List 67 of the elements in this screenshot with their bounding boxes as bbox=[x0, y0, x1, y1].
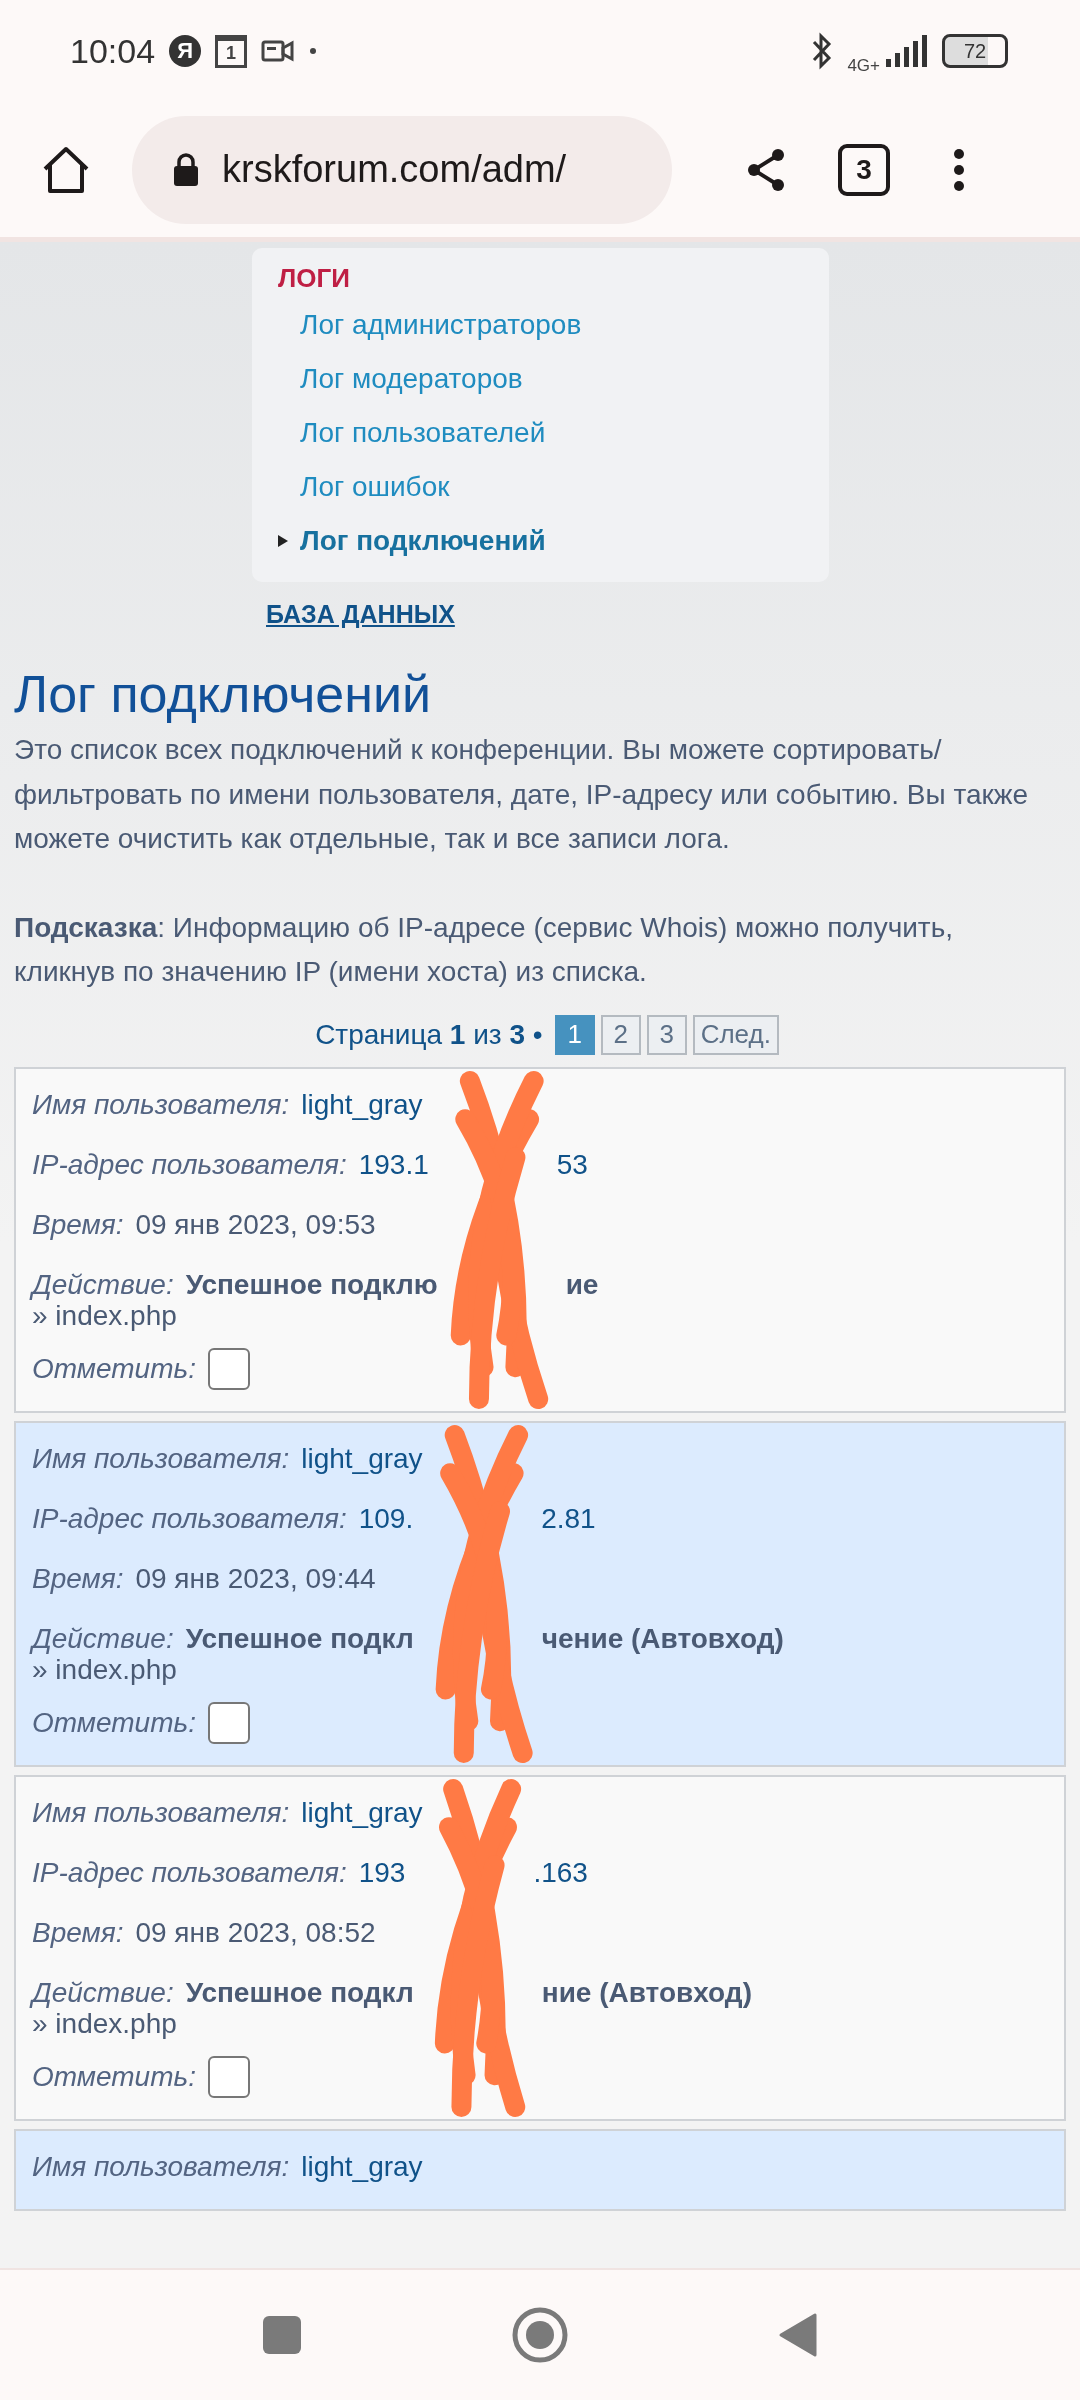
field-value: 09 янв 2023, 09:53 bbox=[135, 1207, 376, 1242]
checkbox[interactable] bbox=[207, 1347, 250, 1390]
network-type: 4G+ bbox=[847, 56, 880, 76]
menu-heading: ЛОГИ bbox=[277, 262, 351, 295]
dot-icon bbox=[309, 47, 318, 55]
next-page-button[interactable]: След. bbox=[692, 1014, 779, 1055]
menu-link[interactable]: Лог пользователей bbox=[300, 417, 546, 449]
field-value: 09 янв 2023, 08:52 bbox=[135, 1915, 376, 1950]
page-button[interactable]: 2 bbox=[600, 1014, 641, 1055]
field-label: IP-адрес пользователя: bbox=[32, 1501, 347, 1536]
field-label: Время: bbox=[32, 1561, 124, 1596]
app-notification-icon: Я bbox=[169, 35, 202, 67]
value-link[interactable]: 193.1 bbox=[358, 1134, 429, 1195]
value-link[interactable]: 53 bbox=[556, 1134, 588, 1195]
battery-icon: 72 bbox=[942, 34, 1008, 68]
field-label: Отметить: bbox=[32, 1351, 196, 1386]
video-camera-icon bbox=[261, 38, 296, 64]
menu-link[interactable]: Лог модераторов bbox=[300, 363, 523, 395]
page-button[interactable]: 3 bbox=[646, 1014, 687, 1055]
checkbox[interactable] bbox=[207, 1701, 250, 1744]
value-link[interactable]: 193 bbox=[358, 1842, 406, 1903]
field-label: Имя пользователя: bbox=[32, 2149, 290, 2184]
tab-count-button[interactable]: 3 bbox=[838, 143, 890, 196]
page-button[interactable]: 1 bbox=[554, 1014, 595, 1055]
menu-link[interactable]: Лог подключений bbox=[300, 525, 546, 557]
field-value: Успешное подклю bbox=[185, 1267, 438, 1302]
field-label: Время: bbox=[32, 1207, 124, 1242]
address-bar[interactable]: krskforum.com/adm/ bbox=[132, 115, 672, 224]
bluetooth-icon bbox=[811, 31, 834, 71]
signal-icon bbox=[884, 33, 928, 69]
menu-link[interactable]: Лог ошибок bbox=[300, 471, 450, 503]
field-label: Имя пользователя: bbox=[32, 1441, 290, 1476]
home-button[interactable] bbox=[512, 2307, 568, 2363]
page-indicator: Страница 1 из 3 • bbox=[315, 1018, 543, 1051]
menu-link[interactable]: Лог администраторов bbox=[300, 309, 582, 341]
value-link[interactable]: 2.81 bbox=[541, 1488, 596, 1549]
back-button[interactable] bbox=[778, 2312, 818, 2358]
field-value: Успешное подкл bbox=[185, 1621, 414, 1656]
field-label: Имя пользователя: bbox=[32, 1795, 290, 1830]
field-value: чение (Автовход) bbox=[541, 1621, 784, 1656]
value-link[interactable]: light_gray bbox=[301, 1074, 423, 1135]
page-title: Лог подключений bbox=[14, 664, 433, 725]
checkbox[interactable] bbox=[207, 2055, 250, 2098]
value-link[interactable]: light_gray bbox=[301, 2136, 423, 2197]
lock-icon bbox=[172, 151, 200, 188]
value-link[interactable]: light_gray bbox=[301, 1782, 423, 1843]
value-link[interactable]: light_gray bbox=[301, 1428, 423, 1489]
field-value: 09 янв 2023, 09:44 bbox=[135, 1561, 376, 1596]
calendar-icon: 1 bbox=[215, 34, 248, 68]
recents-button[interactable] bbox=[262, 2315, 302, 2355]
field-label: Отметить: bbox=[32, 1705, 196, 1740]
field-label: Имя пользователя: bbox=[32, 1087, 290, 1122]
field-label: Отметить: bbox=[32, 2059, 196, 2094]
arrow-icon bbox=[278, 535, 288, 547]
field-value: ние (Автовход) bbox=[541, 1975, 752, 2010]
field-value: ие bbox=[565, 1267, 599, 1302]
hint-text: Подсказка: Информацию об IP-адресе (сервис Whois) можно получить, кликнув по значению IP (имени хоста) из списка. bbox=[14, 910, 955, 989]
status-time: 10:04 bbox=[70, 31, 156, 71]
field-label: IP-адрес пользователя: bbox=[32, 1855, 347, 1890]
menu-icon[interactable] bbox=[952, 146, 966, 193]
value-link[interactable]: 109. bbox=[358, 1488, 414, 1549]
field-label: Время: bbox=[32, 1915, 124, 1950]
field-label: IP-адрес пользователя: bbox=[32, 1147, 347, 1182]
value-link[interactable]: .163 bbox=[533, 1842, 588, 1903]
description-text: Это список всех подключений к конференции. Вы можете сортировать/фильтровать по имени пользователя, дате, IP-адресу или событию. Вы также можете очистить как отдельные, так и все записи лога. bbox=[14, 733, 1030, 856]
section-link[interactable]: БАЗА ДАННЫХ bbox=[266, 600, 455, 628]
field-value: Успешное подкл bbox=[185, 1975, 414, 2010]
